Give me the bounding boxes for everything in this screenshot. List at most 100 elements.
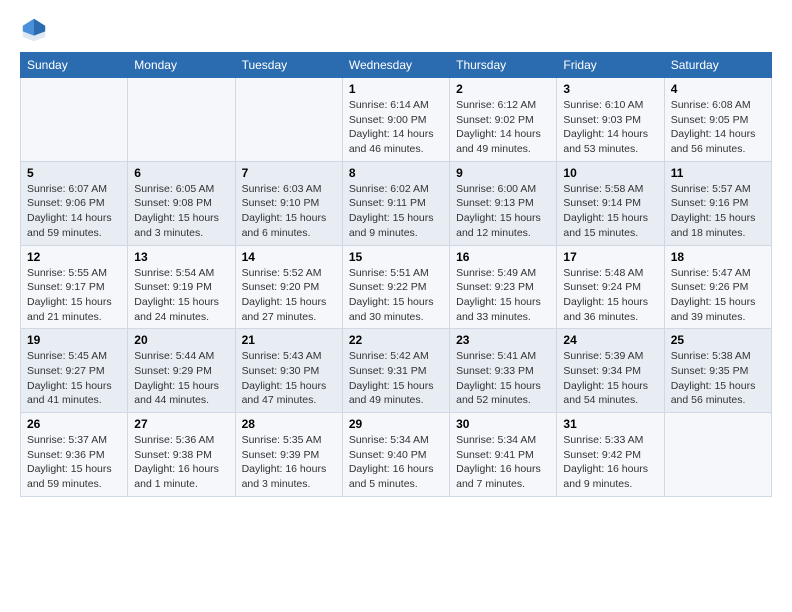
day-cell: 13Sunrise: 5:54 AM Sunset: 9:19 PM Dayli… <box>128 245 235 329</box>
day-info: Sunrise: 5:57 AM Sunset: 9:16 PM Dayligh… <box>671 182 765 241</box>
day-info: Sunrise: 6:00 AM Sunset: 9:13 PM Dayligh… <box>456 182 550 241</box>
day-cell: 4 Sunrise: 6:08 AM Sunset: 9:05 PM Daylig… <box>664 78 771 162</box>
day-cell: 28 Sunrise: 5:35 AM Sunset: 9:39 PM Dayli… <box>235 413 342 497</box>
day-number: 20 <box>134 333 228 347</box>
day-number: 8 <box>349 166 443 180</box>
day-number: 26 <box>27 417 121 431</box>
day-cell: 20 Sunrise: 5:44 AM Sunset: 9:29 PM Dayli… <box>128 329 235 413</box>
day-cell: 27 Sunrise: 5:36 AM Sunset: 9:38 PM Dayli… <box>128 413 235 497</box>
day-cell: 6 Sunrise: 6:05 AM Sunset: 9:08 PM Daylig… <box>128 161 235 245</box>
week-row-5: 26Sunrise: 5:37 AM Sunset: 9:36 PM Dayli… <box>21 413 772 497</box>
day-cell: 10Sunrise: 5:58 AM Sunset: 9:14 PM Dayli… <box>557 161 664 245</box>
day-cell: 8 Sunrise: 6:02 AM Sunset: 9:11 PM Daylig… <box>342 161 449 245</box>
day-info: Sunrise: 5:52 AM Sunset: 9:20 PM Dayligh… <box>242 266 336 325</box>
day-cell: 29 Sunrise: 5:34 AM Sunset: 9:40 PM Dayli… <box>342 413 449 497</box>
day-cell: 15 Sunrise: 5:51 AM Sunset: 9:22 PM Dayli… <box>342 245 449 329</box>
day-info: Sunrise: 6:05 AM Sunset: 9:08 PM Dayligh… <box>134 182 228 241</box>
day-number: 23 <box>456 333 550 347</box>
column-header-monday: Monday <box>128 53 235 78</box>
logo-icon <box>20 16 48 44</box>
column-header-wednesday: Wednesday <box>342 53 449 78</box>
day-info: Sunrise: 5:39 AM Sunset: 9:34 PM Dayligh… <box>563 349 657 408</box>
day-number: 22 <box>349 333 443 347</box>
day-info: Sunrise: 5:47 AM Sunset: 9:26 PM Dayligh… <box>671 266 765 325</box>
day-cell: 14 Sunrise: 5:52 AM Sunset: 9:20 PM Dayli… <box>235 245 342 329</box>
day-cell <box>235 78 342 162</box>
logo <box>20 16 52 44</box>
week-row-2: 5Sunrise: 6:07 AM Sunset: 9:06 PM Daylig… <box>21 161 772 245</box>
day-cell: 5Sunrise: 6:07 AM Sunset: 9:06 PM Daylig… <box>21 161 128 245</box>
day-info: Sunrise: 5:44 AM Sunset: 9:29 PM Dayligh… <box>134 349 228 408</box>
day-cell: 11 Sunrise: 5:57 AM Sunset: 9:16 PM Dayli… <box>664 161 771 245</box>
day-cell: 25Sunrise: 5:38 AM Sunset: 9:35 PM Dayli… <box>664 329 771 413</box>
day-info: Sunrise: 5:34 AM Sunset: 9:40 PM Dayligh… <box>349 433 443 492</box>
day-number: 3 <box>563 82 657 96</box>
day-info: Sunrise: 6:03 AM Sunset: 9:10 PM Dayligh… <box>242 182 336 241</box>
day-info: Sunrise: 5:42 AM Sunset: 9:31 PM Dayligh… <box>349 349 443 408</box>
day-info: Sunrise: 6:10 AM Sunset: 9:03 PM Dayligh… <box>563 98 657 157</box>
day-cell: 31 Sunrise: 5:33 AM Sunset: 9:42 PM Dayli… <box>557 413 664 497</box>
day-info: Sunrise: 5:51 AM Sunset: 9:22 PM Dayligh… <box>349 266 443 325</box>
day-number: 17 <box>563 250 657 264</box>
day-info: Sunrise: 5:33 AM Sunset: 9:42 PM Dayligh… <box>563 433 657 492</box>
day-info: Sunrise: 5:49 AM Sunset: 9:23 PM Dayligh… <box>456 266 550 325</box>
day-info: Sunrise: 5:48 AM Sunset: 9:24 PM Dayligh… <box>563 266 657 325</box>
column-header-tuesday: Tuesday <box>235 53 342 78</box>
day-number: 30 <box>456 417 550 431</box>
day-cell <box>128 78 235 162</box>
day-cell: 26Sunrise: 5:37 AM Sunset: 9:36 PM Dayli… <box>21 413 128 497</box>
day-cell: 17 Sunrise: 5:48 AM Sunset: 9:24 PM Dayli… <box>557 245 664 329</box>
day-number: 18 <box>671 250 765 264</box>
header <box>20 16 772 44</box>
column-header-saturday: Saturday <box>664 53 771 78</box>
day-info: Sunrise: 6:08 AM Sunset: 9:05 PM Dayligh… <box>671 98 765 157</box>
day-cell: 9Sunrise: 6:00 AM Sunset: 9:13 PM Daylig… <box>450 161 557 245</box>
day-number: 13 <box>134 250 228 264</box>
day-number: 19 <box>27 333 121 347</box>
day-number: 29 <box>349 417 443 431</box>
day-info: Sunrise: 6:02 AM Sunset: 9:11 PM Dayligh… <box>349 182 443 241</box>
day-info: Sunrise: 6:07 AM Sunset: 9:06 PM Dayligh… <box>27 182 121 241</box>
day-number: 6 <box>134 166 228 180</box>
day-number: 27 <box>134 417 228 431</box>
day-number: 31 <box>563 417 657 431</box>
day-cell: 7Sunrise: 6:03 AM Sunset: 9:10 PM Daylig… <box>235 161 342 245</box>
day-info: Sunrise: 5:55 AM Sunset: 9:17 PM Dayligh… <box>27 266 121 325</box>
column-header-friday: Friday <box>557 53 664 78</box>
day-number: 2 <box>456 82 550 96</box>
day-number: 28 <box>242 417 336 431</box>
day-cell: 24 Sunrise: 5:39 AM Sunset: 9:34 PM Dayli… <box>557 329 664 413</box>
day-cell: 18 Sunrise: 5:47 AM Sunset: 9:26 PM Dayli… <box>664 245 771 329</box>
day-cell: 21 Sunrise: 5:43 AM Sunset: 9:30 PM Dayli… <box>235 329 342 413</box>
day-cell: 30Sunrise: 5:34 AM Sunset: 9:41 PM Dayli… <box>450 413 557 497</box>
day-number: 11 <box>671 166 765 180</box>
day-number: 10 <box>563 166 657 180</box>
column-header-thursday: Thursday <box>450 53 557 78</box>
calendar-table: SundayMondayTuesdayWednesdayThursdayFrid… <box>20 52 772 497</box>
day-number: 15 <box>349 250 443 264</box>
day-number: 1 <box>349 82 443 96</box>
day-info: Sunrise: 5:35 AM Sunset: 9:39 PM Dayligh… <box>242 433 336 492</box>
day-info: Sunrise: 5:41 AM Sunset: 9:33 PM Dayligh… <box>456 349 550 408</box>
header-row: SundayMondayTuesdayWednesdayThursdayFrid… <box>21 53 772 78</box>
day-info: Sunrise: 5:38 AM Sunset: 9:35 PM Dayligh… <box>671 349 765 408</box>
day-number: 4 <box>671 82 765 96</box>
day-cell: 12 Sunrise: 5:55 AM Sunset: 9:17 PM Dayli… <box>21 245 128 329</box>
day-number: 21 <box>242 333 336 347</box>
day-cell: 22 Sunrise: 5:42 AM Sunset: 9:31 PM Dayli… <box>342 329 449 413</box>
day-cell: 1 Sunrise: 6:14 AM Sunset: 9:00 PM Daylig… <box>342 78 449 162</box>
day-number: 12 <box>27 250 121 264</box>
week-row-1: 1 Sunrise: 6:14 AM Sunset: 9:00 PM Daylig… <box>21 78 772 162</box>
day-info: Sunrise: 6:12 AM Sunset: 9:02 PM Dayligh… <box>456 98 550 157</box>
day-number: 16 <box>456 250 550 264</box>
day-number: 24 <box>563 333 657 347</box>
day-info: Sunrise: 6:14 AM Sunset: 9:00 PM Dayligh… <box>349 98 443 157</box>
day-info: Sunrise: 5:36 AM Sunset: 9:38 PM Dayligh… <box>134 433 228 492</box>
day-cell: 3 Sunrise: 6:10 AM Sunset: 9:03 PM Daylig… <box>557 78 664 162</box>
day-info: Sunrise: 5:43 AM Sunset: 9:30 PM Dayligh… <box>242 349 336 408</box>
day-number: 14 <box>242 250 336 264</box>
column-header-sunday: Sunday <box>21 53 128 78</box>
day-cell: 16 Sunrise: 5:49 AM Sunset: 9:23 PM Dayli… <box>450 245 557 329</box>
page-container: SundayMondayTuesdayWednesdayThursdayFrid… <box>0 0 792 507</box>
day-cell: 2 Sunrise: 6:12 AM Sunset: 9:02 PM Daylig… <box>450 78 557 162</box>
